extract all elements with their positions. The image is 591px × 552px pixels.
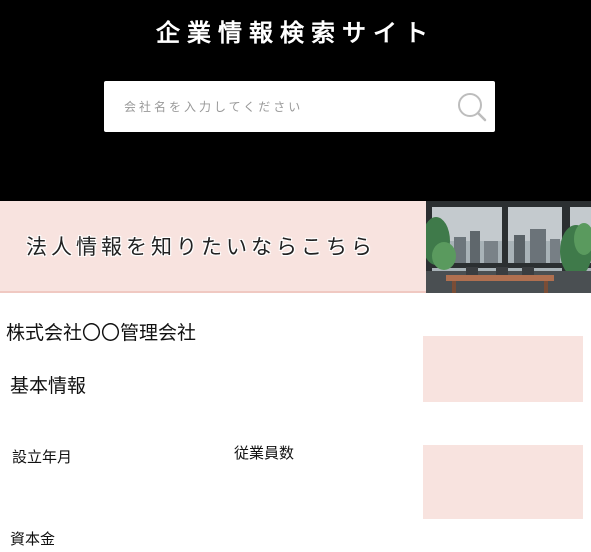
corporate-info-banner[interactable]: 法人情報を知りたいならこちら xyxy=(0,201,591,293)
banner-text: 法人情報を知りたいならこちら xyxy=(26,235,376,259)
site-title: 企業情報検索サイト xyxy=(156,19,435,47)
capital-label: 資本金 xyxy=(10,530,56,548)
search-bar xyxy=(104,81,495,132)
search-input[interactable] xyxy=(104,81,449,132)
founded-label: 設立年月 xyxy=(12,448,73,466)
info-placeholder-box xyxy=(423,445,583,519)
office-window-illustration xyxy=(426,201,591,293)
site-header: 企業情報検索サイト xyxy=(0,0,591,201)
employees-label: 従業員数 xyxy=(234,444,295,462)
section-title-basic-info: 基本情報 xyxy=(10,375,87,397)
info-placeholder-box xyxy=(423,336,583,402)
search-button[interactable] xyxy=(449,81,495,132)
company-name: 株式会社〇〇管理会社 xyxy=(6,322,197,344)
search-icon xyxy=(458,92,487,121)
